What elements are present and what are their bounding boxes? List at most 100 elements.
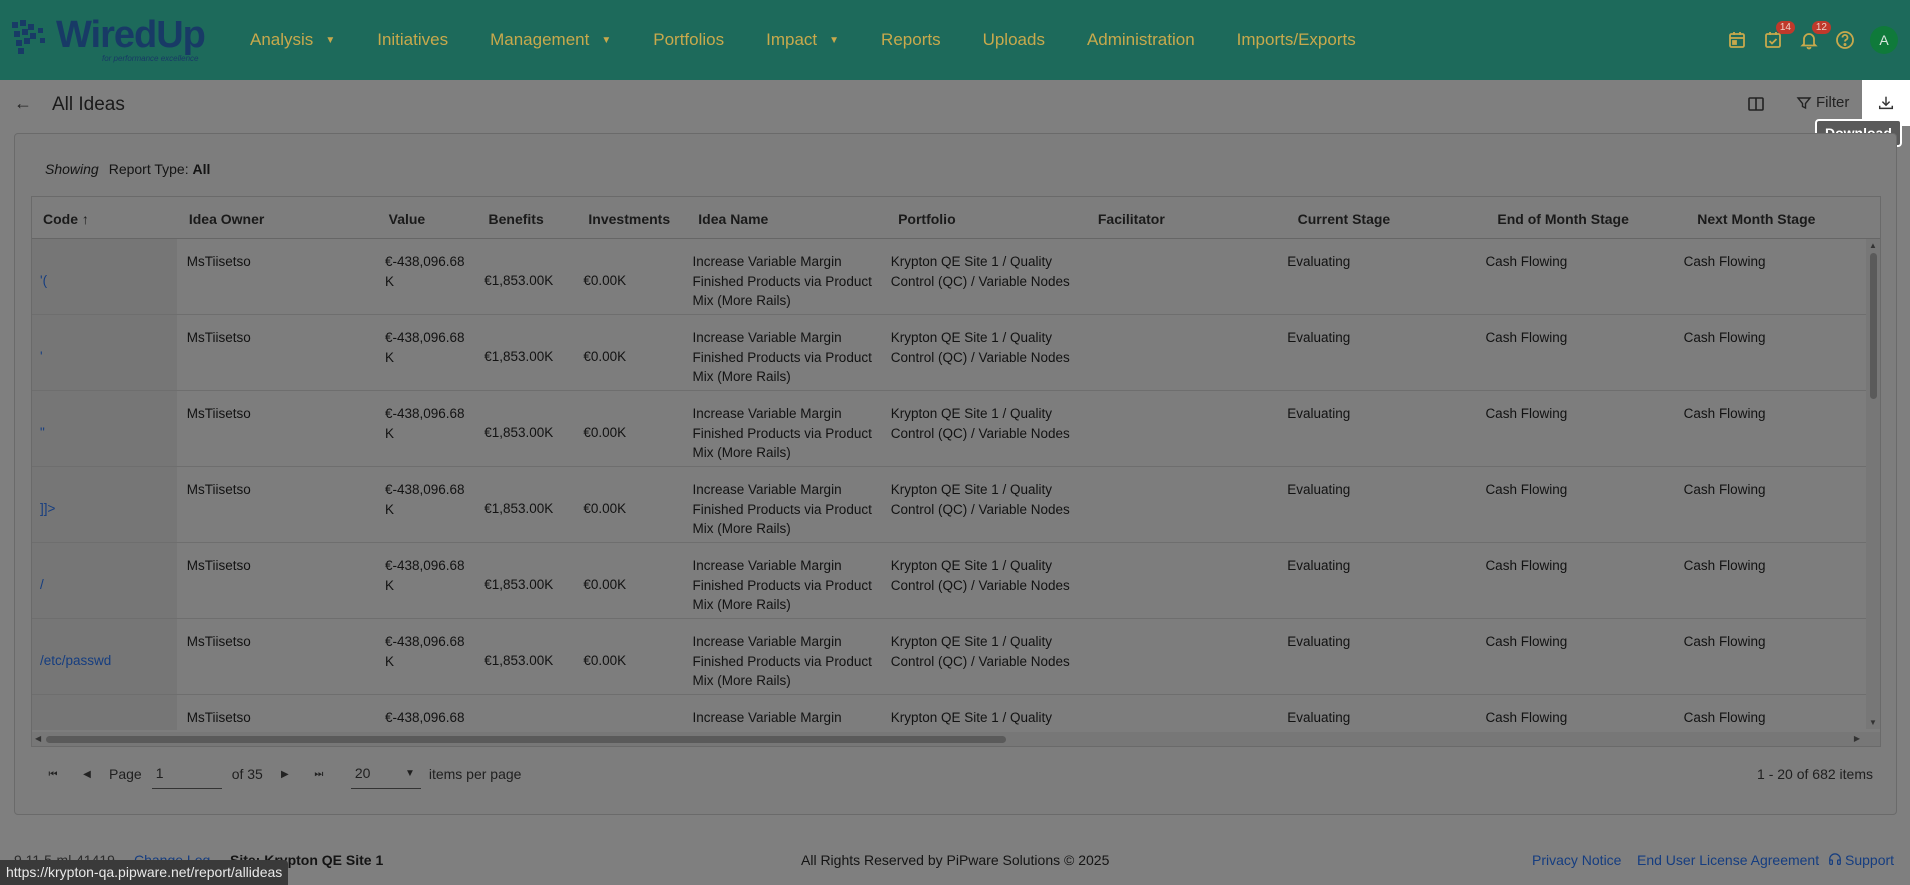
- cell-portfolio: Krypton QE Site 1 / Quality Control (QC)…: [890, 558, 1070, 593]
- column-header[interactable]: Value: [378, 197, 478, 238]
- cell-code[interactable]: /: [32, 543, 177, 618]
- nav-administration[interactable]: Administration: [1087, 30, 1195, 50]
- task-check-icon[interactable]: 14: [1760, 21, 1795, 53]
- nav-impact[interactable]: Impact ▼: [766, 30, 839, 50]
- scroll-left-icon[interactable]: ◀: [35, 734, 41, 743]
- column-header[interactable]: Idea Name: [687, 197, 887, 238]
- cell-owner: MsTiisetso: [186, 482, 251, 497]
- cell-code[interactable]: ': [32, 315, 177, 390]
- pager: ⏮ ◀ Page 1 of 35 ▶ ⏭ 20 ▼ items per page …: [31, 748, 1881, 800]
- cell-code[interactable]: /etc/passwd: [32, 619, 177, 694]
- vertical-scroll-thumb[interactable]: [1870, 253, 1877, 399]
- filter-button[interactable]: Filter: [1796, 94, 1849, 111]
- page-number-input[interactable]: 1: [151, 759, 222, 789]
- cell-code[interactable]: '(: [32, 239, 177, 314]
- column-header[interactable]: End of Month Stage: [1486, 197, 1686, 238]
- grid-header-row: Code ↑ Idea Owner Value Benefits Investments…: [32, 197, 1880, 239]
- cell-owner: MsTiisetso: [186, 558, 251, 573]
- cell-next-stage: Cash Flowing: [1683, 558, 1766, 573]
- cell-code[interactable]: ": [32, 391, 177, 466]
- wiredup-logo[interactable]: WiredUp for performance excellence: [10, 14, 215, 66]
- nav-imports-exports[interactable]: Imports/Exports: [1237, 30, 1356, 50]
- column-header[interactable]: Code ↑: [32, 197, 178, 238]
- main-nav: Analysis ▼ Initiatives Management ▼ Portfo…: [250, 0, 1398, 80]
- table-row[interactable]: ]]> MsTiisetso €-438,096.68 K €1,853.00K €0.…: [32, 467, 1866, 543]
- column-header[interactable]: Facilitator: [1087, 197, 1287, 238]
- nav-reports[interactable]: Reports: [881, 30, 941, 50]
- cell-eom-stage: Cash Flowing: [1485, 634, 1568, 649]
- nav-initiatives[interactable]: Initiatives: [377, 30, 448, 50]
- calendar-icon[interactable]: [1724, 27, 1750, 53]
- cell-portfolio: Krypton QE Site 1 / Quality Control (QC)…: [890, 710, 1053, 730]
- cell-benefits: €1,853.00K: [484, 577, 554, 592]
- items-per-page-select[interactable]: 20 ▼: [350, 759, 421, 789]
- table-row[interactable]: / MsTiisetso €-438,096.68 K €1,853.00K €0.00…: [32, 543, 1866, 619]
- cell-investments: €0.00K: [583, 653, 627, 668]
- cell-facilitator: [1079, 467, 1277, 542]
- download-icon: [1878, 96, 1894, 110]
- nav-uploads[interactable]: Uploads: [983, 30, 1045, 50]
- cell-value: €-438,096.68 K: [384, 254, 465, 289]
- cell-next-stage: Cash Flowing: [1683, 710, 1766, 725]
- caret-down-icon: ▼: [325, 34, 336, 46]
- column-header[interactable]: Next Month Stage: [1686, 197, 1880, 238]
- cell-idea-name: Increase Variable Margin Finished Produc…: [692, 254, 872, 308]
- cell-investments: €0.00K: [583, 273, 627, 288]
- scroll-right-icon[interactable]: ▶: [1854, 734, 1860, 743]
- column-header[interactable]: Investments: [577, 197, 687, 238]
- horizontal-scroll-thumb[interactable]: [46, 736, 1006, 743]
- table-row[interactable]: /etc/passwd MsTiisetso €-438,096.68 K €1,85…: [32, 619, 1866, 695]
- cell-current-stage: Evaluating: [1287, 406, 1351, 421]
- cell-benefits: €1,853.00K: [474, 695, 573, 730]
- cell-code[interactable]: /WEB-INF/web.xml: [32, 695, 177, 730]
- column-header[interactable]: Idea Owner: [178, 197, 378, 238]
- privacy-link[interactable]: Privacy Notice: [1532, 852, 1621, 868]
- column-chooser-icon[interactable]: [1746, 94, 1766, 114]
- cell-next-stage: Cash Flowing: [1683, 254, 1766, 269]
- cell-value: €-438,096.68 K: [384, 558, 465, 593]
- horizontal-scrollbar[interactable]: ◀ ▶: [32, 732, 1880, 746]
- first-page-icon[interactable]: ⏮: [41, 769, 65, 780]
- cell-investments: €0.00K: [583, 577, 627, 592]
- cell-code[interactable]: ]]>: [32, 467, 177, 542]
- cell-investments: €0.00K: [583, 349, 627, 364]
- next-page-icon[interactable]: ▶: [273, 769, 297, 780]
- notifications-badge: 12: [1811, 21, 1831, 34]
- scroll-down-icon[interactable]: ▼: [1869, 718, 1877, 727]
- column-header[interactable]: Current Stage: [1287, 197, 1487, 238]
- items-per-page-label: items per page: [428, 766, 522, 782]
- column-header[interactable]: Portfolio: [887, 197, 1087, 238]
- cell-portfolio: Krypton QE Site 1 / Quality Control (QC)…: [890, 254, 1070, 289]
- brand-tagline: for performance excellence: [102, 54, 199, 63]
- help-icon[interactable]: [1832, 27, 1858, 53]
- prev-page-icon[interactable]: ◀: [75, 769, 99, 780]
- page-title: All Ideas: [52, 94, 125, 115]
- last-page-icon[interactable]: ⏭: [307, 769, 331, 780]
- table-row[interactable]: /WEB-INF/web.xml MsTiisetso €-438,096.68 K…: [32, 695, 1866, 730]
- vertical-scrollbar[interactable]: ▲ ▼: [1866, 239, 1880, 729]
- table-row[interactable]: '(MsTiisetso €-438,096.68 K €1,853.00K €0.0…: [32, 239, 1866, 315]
- bell-icon[interactable]: 12: [1796, 21, 1831, 53]
- cell-owner: MsTiisetso: [186, 634, 251, 649]
- cell-investments: €0.00K: [573, 695, 682, 730]
- eula-link[interactable]: End User License Agreement: [1637, 852, 1819, 868]
- nav-portfolios[interactable]: Portfolios: [653, 30, 724, 50]
- nav-analysis[interactable]: Analysis ▼: [250, 30, 335, 50]
- page-label: Page: [109, 766, 142, 782]
- cell-next-stage: Cash Flowing: [1683, 634, 1766, 649]
- support-link[interactable]: Support: [1828, 852, 1894, 868]
- cell-owner: MsTiisetso: [186, 330, 251, 345]
- cell-facilitator: [1079, 543, 1277, 618]
- cell-eom-stage: Cash Flowing: [1485, 710, 1568, 725]
- logo-mark-icon: [12, 20, 45, 54]
- cell-next-stage: Cash Flowing: [1683, 330, 1766, 345]
- user-avatar[interactable]: A: [1870, 26, 1898, 54]
- back-arrow-icon[interactable]: ←: [14, 93, 32, 114]
- table-row[interactable]: " MsTiisetso €-438,096.68 K €1,853.00K €0.00…: [32, 391, 1866, 467]
- table-row[interactable]: ' MsTiisetso €-438,096.68 K €1,853.00K €0.00…: [32, 315, 1866, 391]
- nav-management[interactable]: Management ▼: [490, 30, 611, 50]
- caret-down-icon: ▼: [829, 34, 840, 46]
- column-header[interactable]: Benefits: [478, 197, 578, 238]
- scroll-up-icon[interactable]: ▲: [1869, 241, 1877, 250]
- pager-total: 1 - 20 of 682 items: [1757, 766, 1873, 782]
